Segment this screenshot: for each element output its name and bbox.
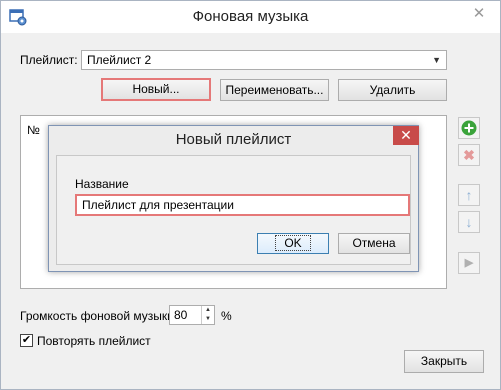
- volume-value: 80: [174, 308, 188, 322]
- close-button[interactable]: Закрыть: [404, 350, 484, 373]
- move-up-button[interactable]: ↑: [458, 184, 480, 206]
- ok-button-label: OK: [275, 235, 311, 251]
- ok-button[interactable]: OK: [257, 233, 329, 254]
- repeat-label: Повторять плейлист: [37, 334, 151, 348]
- spinner-arrows-icon[interactable]: ▲ ▼: [201, 306, 214, 324]
- delete-playlist-button[interactable]: Удалить: [338, 79, 447, 101]
- column-header-number: №: [27, 123, 40, 137]
- window-close-icon[interactable]: ✕: [464, 3, 494, 25]
- add-icon: [461, 120, 477, 136]
- arrow-down-icon: ↓: [465, 214, 473, 230]
- playlist-select-value: Плейлист 2: [87, 53, 152, 67]
- playlist-label: Плейлист:: [20, 53, 78, 67]
- move-down-button[interactable]: ↓: [458, 211, 480, 233]
- play-button[interactable]: ▶: [458, 252, 480, 274]
- dialog-content: Название Плейлист для презентации OK Отм…: [56, 155, 411, 265]
- volume-unit: %: [221, 309, 232, 323]
- chevron-down-icon: ▼: [432, 55, 441, 65]
- volume-label: Громкость фоновой музыки:: [20, 309, 178, 323]
- playlist-name-label: Название: [75, 177, 129, 191]
- window-title: Фоновая музыка: [192, 8, 309, 25]
- arrow-up-icon: ↑: [465, 187, 473, 203]
- playlist-select[interactable]: Плейлист 2 ▼: [81, 50, 447, 70]
- cancel-button[interactable]: Отмена: [338, 233, 410, 254]
- volume-spinner[interactable]: 80 ▲ ▼: [169, 305, 215, 325]
- new-playlist-button[interactable]: Новый...: [101, 78, 211, 101]
- remove-icon: ✖: [463, 147, 475, 163]
- dialog-title: Новый плейлист: [175, 131, 292, 148]
- repeat-checkbox[interactable]: ✔: [20, 334, 33, 347]
- checkmark-icon: ✔: [21, 334, 32, 346]
- new-playlist-dialog: Новый плейлист ✕ Название Плейлист для п…: [48, 125, 419, 272]
- remove-track-button[interactable]: ✖: [458, 144, 480, 166]
- add-track-button[interactable]: [458, 117, 480, 139]
- play-icon: ▶: [464, 257, 474, 269]
- rename-playlist-button[interactable]: Переименовать...: [220, 79, 329, 101]
- dialog-close-icon[interactable]: ✕: [393, 126, 419, 145]
- playlist-name-input[interactable]: Плейлист для презентации: [75, 194, 410, 216]
